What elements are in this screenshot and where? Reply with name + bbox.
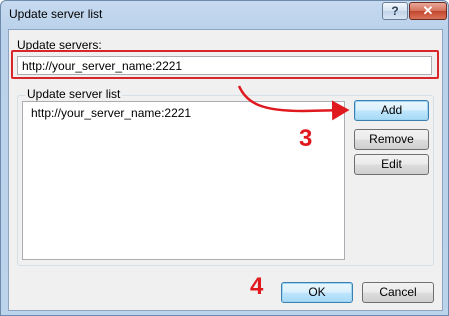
annotation-arrow [237,85,350,121]
dialog-window: Update server list ? ✕ Update servers: h… [0,0,449,316]
step-4-annotation: 4 [250,273,264,300]
step-3-annotation: 3 [299,125,313,152]
